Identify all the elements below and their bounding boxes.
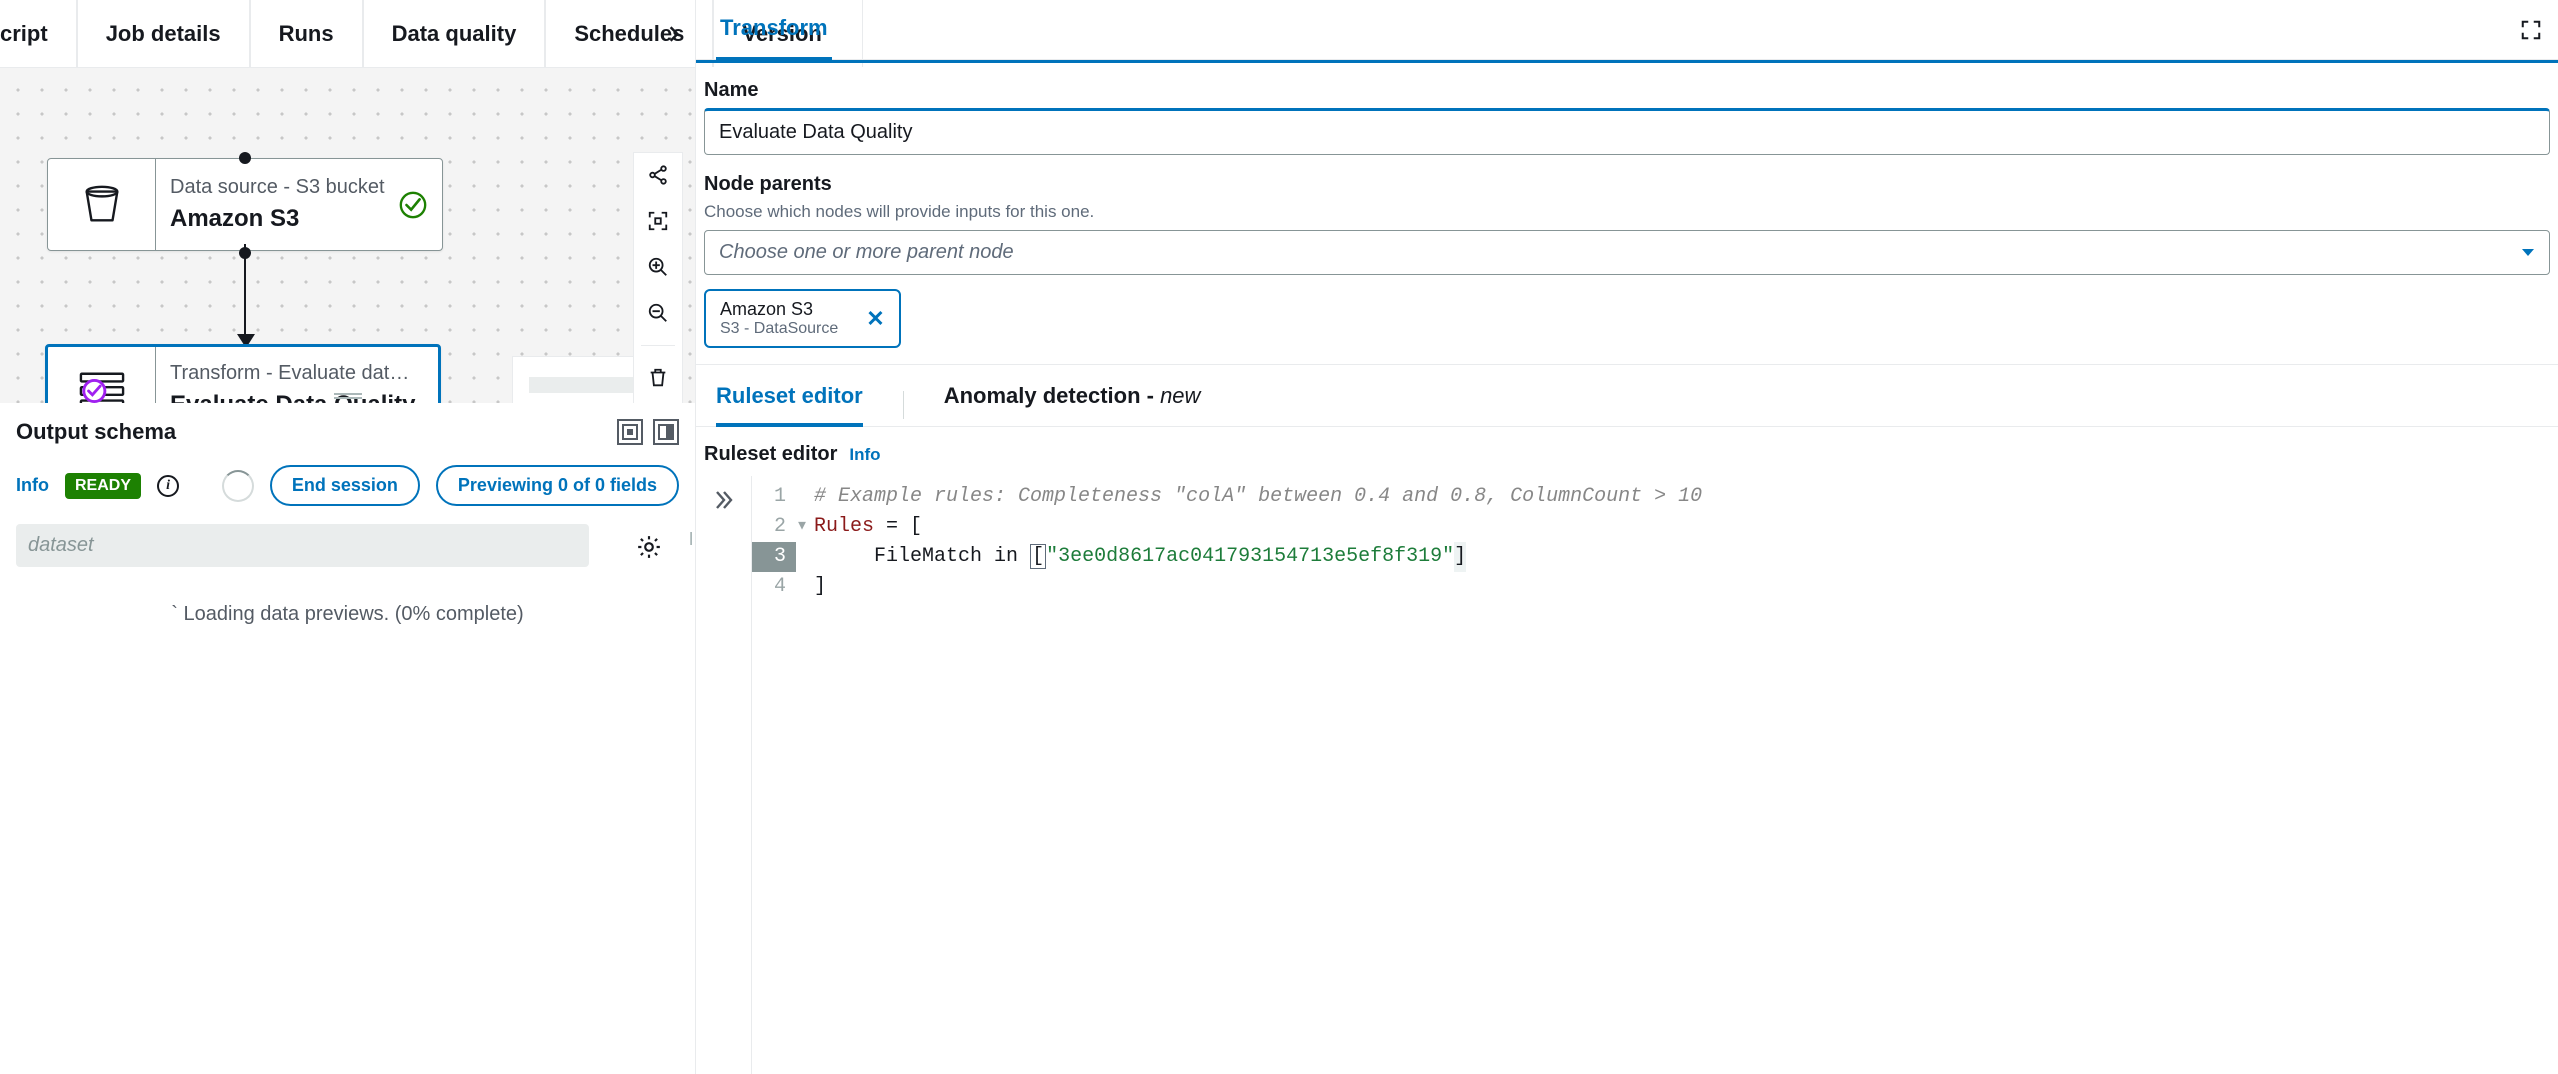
code-rules-keyword: Rules xyxy=(814,515,874,538)
subtab-anomaly-detection[interactable]: Anomaly detection - new xyxy=(944,383,1201,426)
node-success-icon xyxy=(398,190,428,220)
ruleset-info-link[interactable]: Info xyxy=(849,445,880,465)
expand-panel-icon[interactable] xyxy=(2520,19,2542,41)
chip-subtitle: S3 - DataSource xyxy=(720,320,838,338)
node-parents-hint: Choose which nodes will provide inputs f… xyxy=(704,202,2550,222)
zoom-out-icon[interactable] xyxy=(644,299,672,327)
loading-text: ` Loading data previews. (0% complete) xyxy=(16,603,679,626)
output-schema-title: Output schema xyxy=(16,419,176,445)
trash-icon[interactable] xyxy=(644,364,672,392)
tab-data-quality[interactable]: Data quality xyxy=(363,0,546,67)
chevrons-right-icon xyxy=(712,488,736,512)
node-data-source-s3[interactable]: Data source - S3 bucket Amazon S3 xyxy=(47,158,443,251)
code-eq-bracket: = [ xyxy=(874,515,922,538)
tab-runs[interactable]: Runs xyxy=(250,0,363,67)
chip-title: Amazon S3 xyxy=(720,299,838,320)
loading-spinner-icon xyxy=(222,470,254,502)
node-icon-cell xyxy=(48,347,156,403)
end-session-button[interactable]: End session xyxy=(270,465,420,506)
visual-canvas[interactable]: Data source - S3 bucket Amazon S3 xyxy=(0,68,695,403)
node-title: Amazon S3 xyxy=(170,205,428,233)
code-line-4: ] xyxy=(814,572,826,602)
tabs-scroll-right-button[interactable] xyxy=(660,20,688,48)
preview-fields-button[interactable]: Previewing 0 of 0 fields xyxy=(436,465,679,506)
editor-collapse-button[interactable] xyxy=(696,476,752,1074)
tab-transform[interactable]: Transform xyxy=(716,0,832,61)
info-link[interactable]: Info xyxy=(16,475,49,496)
canvas-toolbar xyxy=(633,152,683,403)
dataset-filter-input[interactable]: dataset xyxy=(16,524,589,567)
node-subtitle: Transform - Evaluate dat… xyxy=(170,362,424,385)
node-parents-select[interactable]: Choose one or more parent node xyxy=(704,230,2550,275)
tab-job-details[interactable]: Job details xyxy=(77,0,250,67)
subtab-new-tag: new xyxy=(1160,383,1200,408)
ruleset-code-editor[interactable]: 1 # Example rules: Completeness "colA" b… xyxy=(752,476,2558,1074)
node-name-input[interactable] xyxy=(704,108,2550,155)
canvas-resize-handle[interactable] xyxy=(334,393,362,399)
settings-gear-icon[interactable] xyxy=(633,531,665,563)
code-hash-string: "3ee0d8617ac041793154713e5ef8f319" xyxy=(1046,545,1454,568)
layout-full-icon[interactable] xyxy=(653,419,679,445)
node-parents-placeholder: Choose one or more parent node xyxy=(704,230,2550,275)
ready-badge: READY xyxy=(65,473,141,499)
tab-schedules[interactable]: Schedules xyxy=(545,0,713,67)
caret-down-icon xyxy=(2520,247,2536,259)
code-line-1: # Example rules: Completeness "colA" bet… xyxy=(814,482,1702,512)
layout-split-icon[interactable] xyxy=(617,419,643,445)
zoom-in-icon[interactable] xyxy=(644,253,672,281)
info-icon[interactable]: i xyxy=(157,475,179,497)
node-parents-label: Node parents xyxy=(704,173,2550,196)
code-in-keyword: in xyxy=(982,545,1030,568)
ruleset-editor-heading: Ruleset editor xyxy=(704,443,837,466)
subtab-ruleset-editor[interactable]: Ruleset editor xyxy=(716,383,863,427)
chip-remove-icon[interactable]: ✕ xyxy=(866,306,884,332)
node-icon-cell xyxy=(48,159,156,250)
fit-view-icon[interactable] xyxy=(644,207,672,235)
subtab-anomaly-label: Anomaly detection - xyxy=(944,383,1160,408)
share-icon[interactable] xyxy=(644,161,672,189)
code-filematch: FileMatch xyxy=(874,545,982,568)
name-label: Name xyxy=(704,79,2550,102)
edge-line xyxy=(244,244,246,344)
bucket-icon xyxy=(79,182,125,228)
output-schema-panel: Output schema Info READY i xyxy=(0,403,695,1074)
edge-port-top[interactable] xyxy=(239,152,251,164)
chevron-right-icon xyxy=(665,25,683,43)
data-quality-icon xyxy=(77,368,127,404)
job-tabs-bar: cript Job details Runs Data quality Sche… xyxy=(0,0,696,68)
transform-subtabs: Ruleset editor Anomaly detection - new xyxy=(696,365,2558,427)
tab-script[interactable]: cript xyxy=(0,0,77,67)
node-subtitle: Data source - S3 bucket xyxy=(170,176,428,199)
right-pane-tabs: Transform xyxy=(696,0,2558,60)
subtab-divider xyxy=(903,391,904,419)
node-transform-evaluate-dq[interactable]: Transform - Evaluate dat… Evaluate Data … xyxy=(45,344,441,403)
node-title: Evaluate Data Quality xyxy=(170,391,424,403)
pane-splitter-handle[interactable]: || xyxy=(689,529,690,545)
parent-chip-amazon-s3: Amazon S3 S3 - DataSource ✕ xyxy=(704,289,901,348)
